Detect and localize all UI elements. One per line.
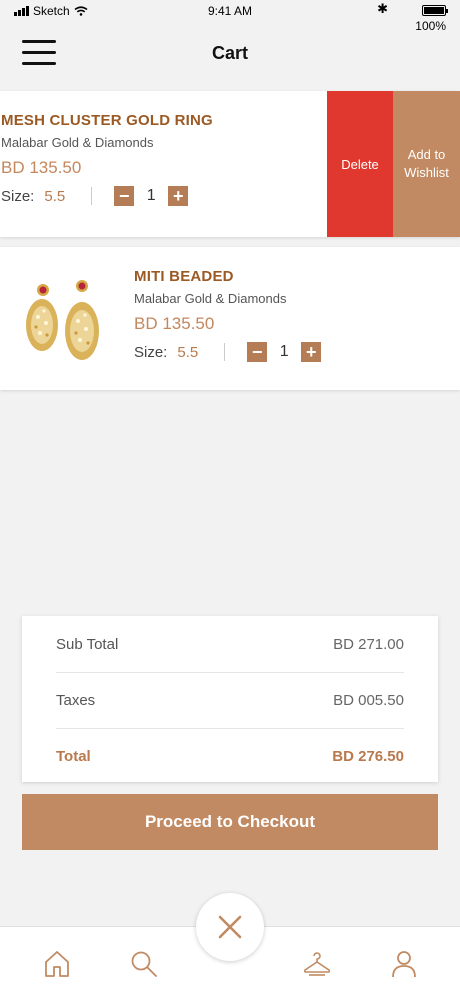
battery-icon xyxy=(422,5,448,17)
close-icon xyxy=(218,915,242,939)
product-price: BD 135.50 xyxy=(134,314,215,333)
subtotal-label: Sub Total xyxy=(56,635,119,653)
home-icon[interactable] xyxy=(42,949,72,979)
total-value: BD 276.50 xyxy=(332,748,404,765)
search-icon[interactable] xyxy=(129,949,159,979)
quantity-value: 1 xyxy=(279,343,289,360)
cart-item[interactable]: MITI BEADED Malabar Gold & Diamonds BD 1… xyxy=(0,247,460,390)
increase-quantity-button[interactable]: + xyxy=(301,342,322,362)
page-title: Cart xyxy=(211,43,248,63)
add-to-wishlist-button[interactable]: Add to Wishlist xyxy=(393,91,460,237)
close-button[interactable] xyxy=(196,893,264,961)
size-quantity-row: Size: 5.5 − 1 + xyxy=(134,342,322,362)
size-label: Size: xyxy=(1,187,35,205)
cart-item[interactable]: MESH CLUSTER GOLD RING Malabar Gold & Di… xyxy=(0,91,460,237)
product-brand: Malabar Gold & Diamonds xyxy=(134,291,287,306)
quantity-value: 1 xyxy=(146,187,156,204)
subtotal-row: Sub Total BD 271.00 xyxy=(56,616,404,672)
size-label: Size: xyxy=(134,343,168,361)
decrease-quantity-button[interactable]: − xyxy=(114,186,135,206)
product-name: MESH CLUSTER GOLD RING xyxy=(1,112,213,129)
battery-status: 100% xyxy=(415,3,448,33)
divider xyxy=(224,343,226,361)
header: Cart xyxy=(0,30,460,80)
size-value[interactable]: 5.5 xyxy=(44,188,65,205)
taxes-row: Taxes BD 005.50 xyxy=(56,672,404,728)
hanger-icon[interactable] xyxy=(302,949,332,979)
earring-product-image xyxy=(26,280,99,360)
total-row: Total BD 276.50 xyxy=(56,728,404,784)
divider xyxy=(91,187,93,205)
cart-item-info: MITI BEADED Malabar Gold & Diamonds BD 1… xyxy=(134,268,322,362)
size-value[interactable]: 5.5 xyxy=(177,344,198,361)
product-price: BD 135.50 xyxy=(1,158,82,177)
taxes-value: BD 005.50 xyxy=(333,692,404,709)
status-time: 9:41 AM xyxy=(207,4,253,18)
order-summary: Sub Total BD 271.00 Taxes BD 005.50 Tota… xyxy=(22,616,438,782)
product-brand: Malabar Gold & Diamonds xyxy=(1,135,154,150)
status-bar: Sketch 9:41 AM ✱ 100% xyxy=(0,0,460,33)
taxes-label: Taxes xyxy=(56,692,96,709)
cart-item-info: MESH CLUSTER GOLD RING Malabar Gold & Di… xyxy=(1,112,213,206)
decrease-quantity-button[interactable]: − xyxy=(247,342,268,362)
proceed-to-checkout-button[interactable]: Proceed to Checkout xyxy=(22,794,438,850)
delete-button[interactable]: Delete xyxy=(327,91,393,237)
bluetooth-icon: ✱ xyxy=(377,1,388,16)
product-name: MITI BEADED xyxy=(134,268,234,285)
increase-quantity-button[interactable]: + xyxy=(168,186,189,206)
subtotal-value: BD 271.00 xyxy=(333,635,404,653)
total-label: Total xyxy=(56,748,91,765)
profile-icon[interactable] xyxy=(389,949,419,979)
size-quantity-row: Size: 5.5 − 1 + xyxy=(1,186,213,206)
